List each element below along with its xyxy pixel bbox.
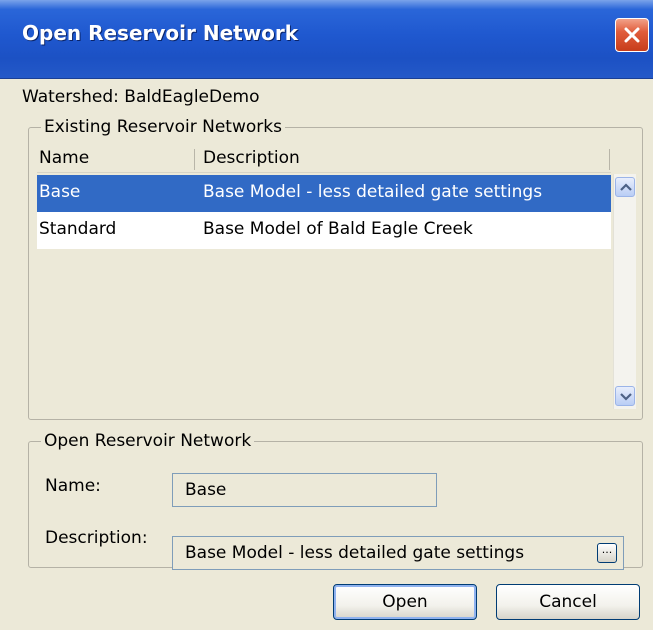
row-name: Standard	[39, 219, 117, 239]
existing-networks-group: Existing Reservoir Networks Name Descrip…	[28, 116, 643, 420]
chevron-up-icon	[620, 183, 632, 191]
scroll-up-button[interactable]	[615, 177, 635, 197]
open-button[interactable]: Open	[333, 584, 477, 620]
vertical-scrollbar[interactable]	[613, 174, 636, 409]
column-header-name[interactable]: Name	[39, 148, 89, 168]
title-bar[interactable]: Open Reservoir Network	[0, 0, 653, 79]
close-icon	[624, 27, 640, 43]
watershed-value: BaldEagleDemo	[124, 87, 260, 107]
row-description: Base Model of Bald Eagle Creek	[203, 219, 473, 239]
open-network-group: Open Reservoir Network Name: Base Descri…	[28, 430, 643, 570]
scroll-down-button[interactable]	[615, 386, 635, 406]
watershed-line: Watershed: BaldEagleDemo	[22, 87, 260, 107]
window-title: Open Reservoir Network	[22, 21, 299, 45]
watershed-label: Watershed:	[22, 87, 119, 107]
open-reservoir-network-dialog: Open Reservoir Network Watershed: BaldEa…	[0, 0, 653, 630]
name-field[interactable]: Base	[172, 473, 437, 507]
chevron-down-icon	[620, 393, 632, 401]
cancel-button[interactable]: Cancel	[496, 584, 640, 620]
networks-table: Name Description Base Base Model - less …	[37, 146, 611, 410]
name-label: Name:	[45, 476, 101, 496]
close-button[interactable]	[615, 18, 649, 52]
open-network-legend: Open Reservoir Network	[41, 430, 255, 452]
table-header: Name Description	[37, 146, 611, 172]
column-divider[interactable]	[194, 149, 195, 170]
description-field[interactable]: Base Model - less detailed gate settings	[172, 536, 624, 570]
row-name: Base	[39, 182, 81, 202]
column-header-description[interactable]: Description	[203, 148, 300, 168]
column-divider[interactable]	[609, 149, 610, 170]
description-label: Description:	[45, 528, 148, 548]
existing-networks-legend: Existing Reservoir Networks	[41, 116, 285, 138]
table-row[interactable]: Standard Base Model of Bald Eagle Creek	[37, 212, 611, 249]
table-row[interactable]: Base Base Model - less detailed gate set…	[37, 175, 611, 212]
browse-description-button[interactable]: ...	[597, 543, 617, 563]
row-description: Base Model - less detailed gate settings	[203, 182, 543, 202]
